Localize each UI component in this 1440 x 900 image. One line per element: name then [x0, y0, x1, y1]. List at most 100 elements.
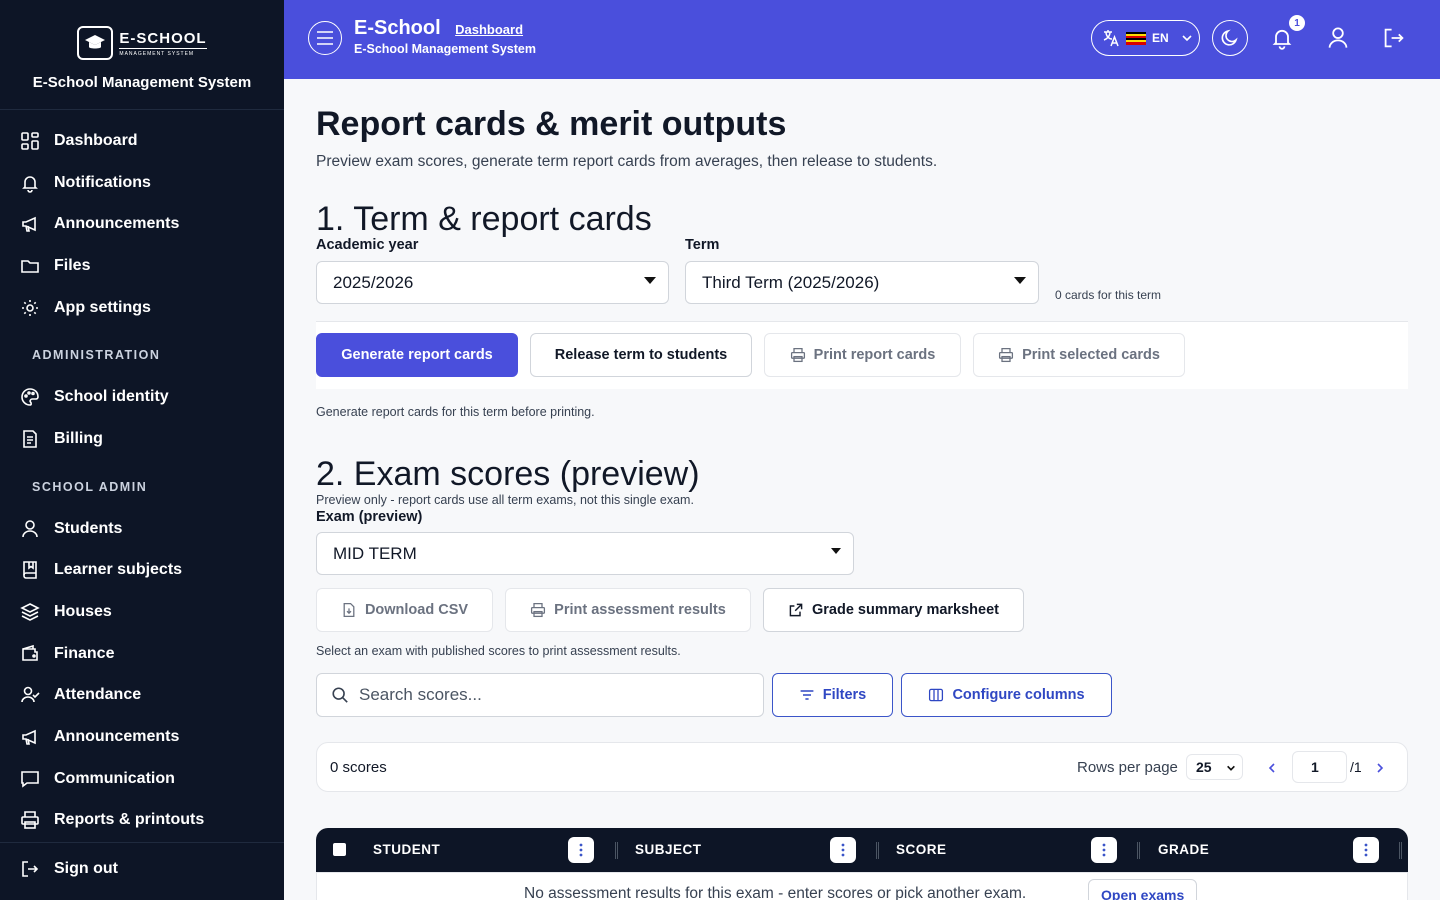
breadcrumb-dashboard-link[interactable]: Dashboard — [455, 22, 523, 37]
sidebar-item-learner-subjects[interactable]: Learner subjects — [0, 550, 284, 592]
sidebar-item-announcements-2[interactable]: Announcements — [0, 716, 284, 758]
generate-hint: Generate report cards for this term befo… — [316, 405, 595, 419]
sidebar-item-reports[interactable]: Reports & printouts — [0, 800, 284, 842]
column-resize-handle[interactable] — [1399, 842, 1402, 859]
release-term-button[interactable]: Release term to students — [530, 333, 752, 377]
sidebar-item-notifications[interactable]: Notifications — [0, 162, 284, 204]
dropdown-caret-icon — [831, 548, 841, 554]
app-subtitle: E-School Management System — [354, 42, 536, 56]
open-exams-button[interactable]: Open exams — [1088, 879, 1198, 900]
translate-icon — [1103, 30, 1119, 47]
column-menu-score[interactable] — [1091, 837, 1117, 863]
columns-icon — [929, 688, 944, 702]
filter-icon — [800, 690, 814, 700]
more-vertical-icon — [1364, 843, 1368, 857]
column-resize-handle[interactable] — [876, 842, 879, 859]
button-label: Print selected cards — [1022, 347, 1160, 363]
more-vertical-icon — [1102, 843, 1106, 857]
generate-report-cards-button[interactable]: Generate report cards — [316, 333, 518, 377]
next-page-icon[interactable] — [1374, 762, 1386, 774]
button-label: Configure columns — [952, 687, 1085, 703]
sidebar-item-students[interactable]: Students — [0, 508, 284, 550]
sidebar-item-label: Billing — [54, 429, 103, 447]
academic-year-label: Academic year — [316, 237, 419, 253]
book-icon — [23, 561, 37, 580]
print-selected-cards-button[interactable]: Print selected cards — [973, 333, 1185, 377]
sidebar-item-label: Communication — [54, 769, 175, 787]
print-report-cards-button[interactable]: Print report cards — [764, 333, 961, 377]
user-icon — [22, 519, 38, 537]
sidebar-item-files[interactable]: Files — [0, 245, 284, 287]
dashboard-icon — [21, 132, 39, 150]
logo-main-text: E-SCHOOL — [119, 29, 207, 49]
exam-select[interactable]: MID TERM — [316, 532, 854, 575]
sidebar-item-communication[interactable]: Communication — [0, 758, 284, 800]
academic-year-select[interactable]: 2025/2026 — [316, 261, 669, 304]
logo-sub-text: MANAGEMENT SYSTEM — [119, 50, 195, 57]
sidebar-item-label: Finance — [54, 644, 115, 662]
sidebar-item-announcements[interactable]: Announcements — [0, 203, 284, 245]
configure-columns-button[interactable]: Configure columns — [901, 673, 1112, 717]
sidebar-item-app-settings[interactable]: App settings — [0, 287, 284, 329]
graduation-cap-icon — [77, 26, 114, 60]
user-icon — [1328, 27, 1348, 48]
sidebar-item-label: Announcements — [54, 215, 180, 233]
sidebar-item-label: Dashboard — [54, 131, 138, 149]
column-menu-grade[interactable] — [1353, 837, 1379, 863]
page-number-value: 1 — [1311, 759, 1319, 775]
term-label: Term — [685, 237, 720, 253]
term-select[interactable]: Third Term (2025/2026) — [685, 261, 1039, 304]
profile-button[interactable] — [1325, 25, 1351, 51]
logout-button[interactable] — [1381, 25, 1407, 51]
sidebar-item-school-identity[interactable]: School identity — [0, 376, 284, 418]
preview-note: Preview only - report cards use all term… — [316, 493, 694, 507]
sidebar-item-label: School identity — [54, 388, 169, 406]
rows-per-page-value: 25 — [1196, 759, 1212, 775]
megaphone-icon — [22, 729, 36, 745]
dropdown-caret-icon — [644, 277, 656, 284]
page-number-input[interactable]: 1 — [1292, 751, 1347, 783]
button-label: Open exams — [1101, 887, 1185, 900]
button-label: Release term to students — [554, 347, 728, 363]
column-menu-student[interactable] — [568, 837, 594, 863]
sign-out-button[interactable]: Sign out — [0, 843, 284, 895]
select-all-checkbox[interactable] — [333, 843, 346, 856]
column-resize-handle[interactable] — [615, 842, 618, 859]
sidebar-item-label: Houses — [54, 603, 112, 621]
report-actions: Generate report cards Release term to st… — [316, 321, 1408, 389]
column-header-grade[interactable]: GRADE — [1158, 842, 1209, 857]
sidebar-item-attendance[interactable]: Attendance — [0, 675, 284, 717]
button-label: Print assessment results — [554, 602, 726, 618]
theme-toggle-button[interactable] — [1212, 20, 1248, 56]
menu-toggle-button[interactable] — [308, 21, 342, 55]
sign-out-label: Sign out — [54, 860, 118, 877]
grade-summary-marksheet-button[interactable]: Grade summary marksheet — [763, 588, 1024, 632]
column-menu-subject[interactable] — [830, 837, 856, 863]
print-hint: Select an exam with published scores to … — [316, 644, 681, 658]
print-assessment-results-button[interactable]: Print assessment results — [505, 588, 751, 632]
table-header: STUDENT SUBJECT SCORE GRADE — [316, 828, 1408, 872]
sidebar-item-finance[interactable]: Finance — [0, 633, 284, 675]
column-header-student[interactable]: STUDENT — [373, 842, 440, 857]
wallet-icon — [22, 644, 38, 661]
admin-nav: School identity Billing — [0, 376, 284, 459]
sidebar-item-dashboard[interactable]: Dashboard — [0, 120, 284, 162]
filters-button[interactable]: Filters — [772, 673, 893, 717]
search-box — [316, 673, 764, 717]
file-download-icon — [343, 602, 355, 618]
sidebar-item-houses[interactable]: Houses — [0, 591, 284, 633]
prev-page-icon[interactable] — [1266, 762, 1278, 774]
term-value: Third Term (2025/2026) — [702, 272, 880, 292]
search-input[interactable] — [359, 685, 739, 705]
download-csv-button[interactable]: Download CSV — [316, 588, 493, 632]
language-selector[interactable]: EN — [1091, 20, 1200, 56]
column-header-subject[interactable]: SUBJECT — [635, 842, 702, 857]
rows-per-page-select[interactable]: 25 — [1186, 754, 1243, 780]
logout-icon — [1384, 28, 1404, 48]
button-label: Generate report cards — [341, 347, 493, 363]
sidebar-item-billing[interactable]: Billing — [0, 418, 284, 460]
sidebar-item-label: Attendance — [54, 686, 142, 704]
column-resize-handle[interactable] — [1137, 842, 1140, 859]
column-header-score[interactable]: SCORE — [896, 842, 947, 857]
signout-area: Sign out — [0, 842, 284, 895]
